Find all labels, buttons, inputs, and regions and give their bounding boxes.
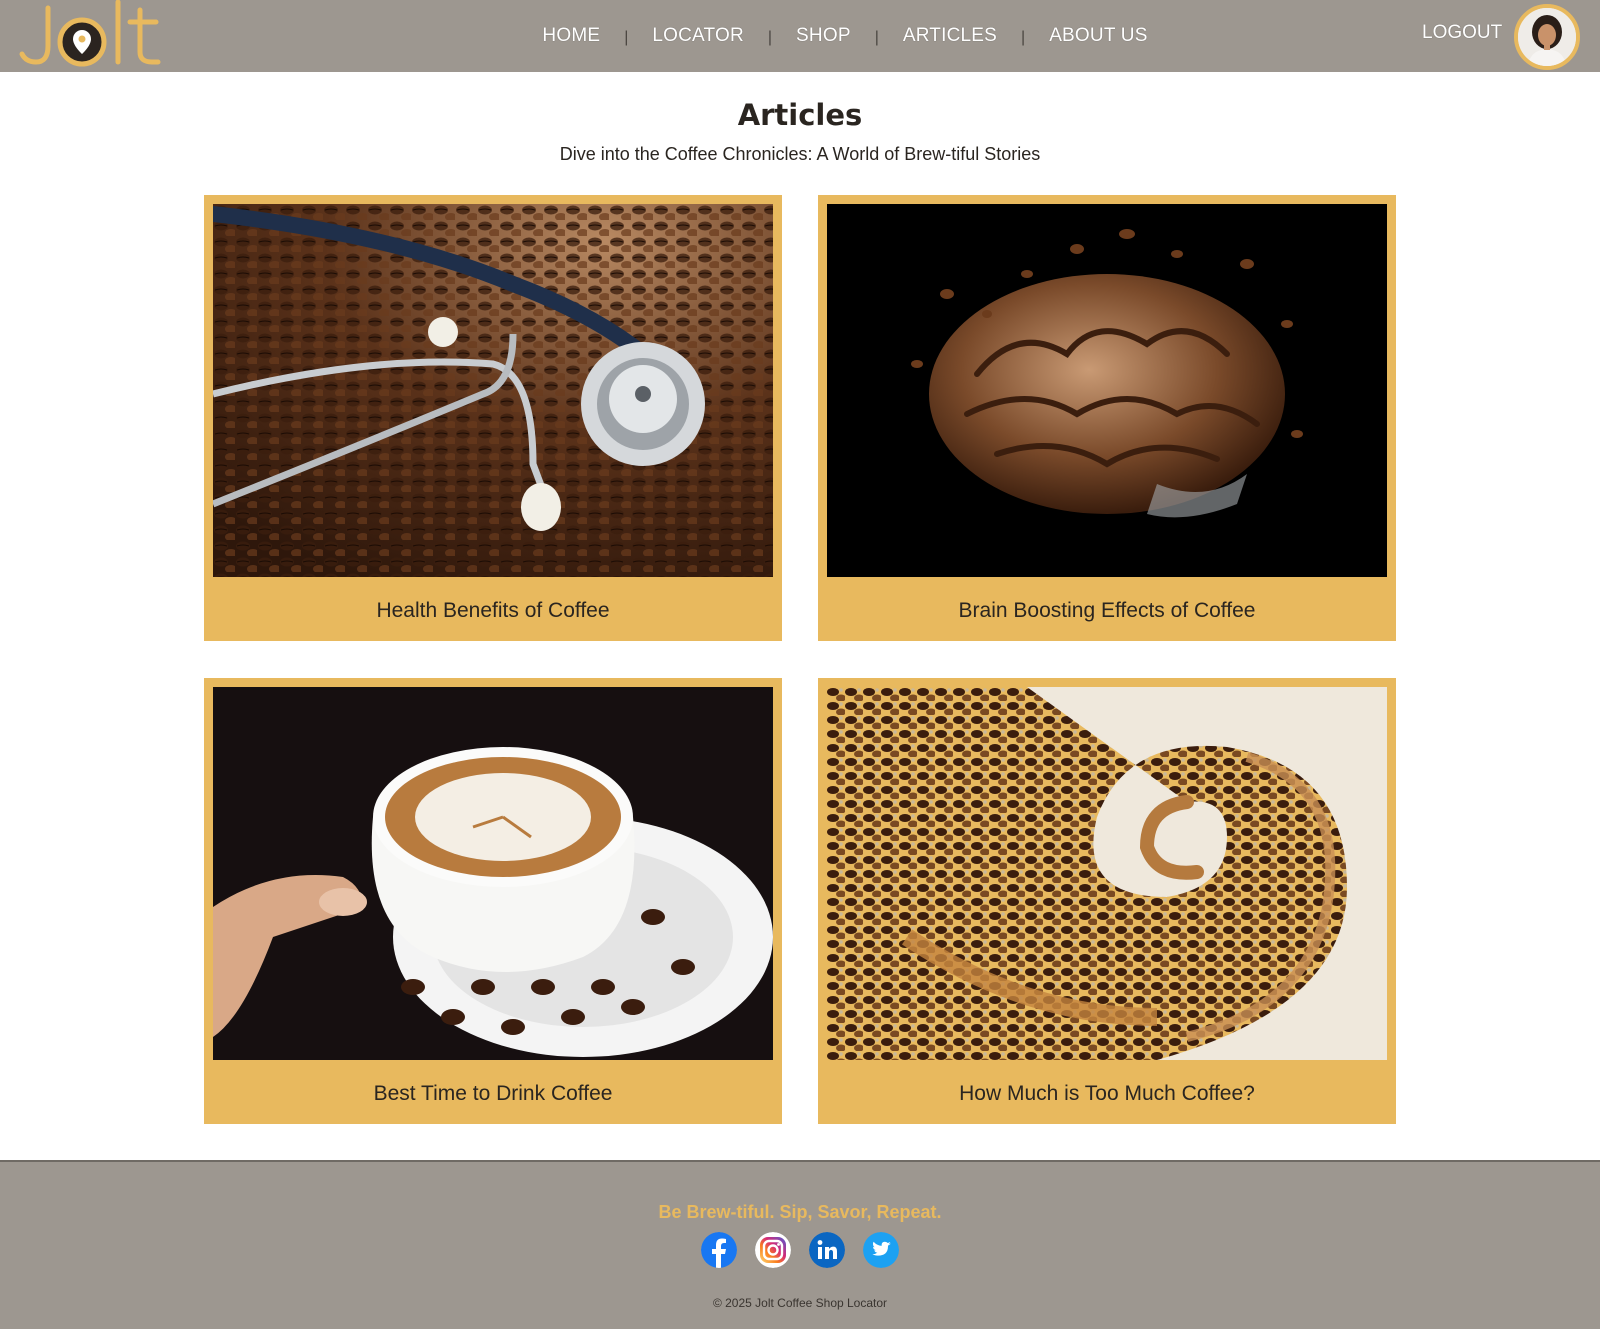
article-image-coffee-brain <box>827 204 1387 577</box>
user-avatar[interactable] <box>1514 4 1580 70</box>
nav-separator: | <box>624 29 629 46</box>
facebook-icon[interactable] <box>701 1232 737 1268</box>
article-title[interactable]: Best Time to Drink Coffee <box>213 1082 773 1106</box>
article-card-best-time[interactable]: Best Time to Drink Coffee <box>204 678 782 1124</box>
logout-link[interactable]: LOGOUT <box>1422 22 1502 44</box>
article-card-brain[interactable]: Brain Boosting Effects of Coffee <box>818 195 1396 641</box>
linkedin-icon[interactable] <box>809 1232 845 1268</box>
article-image-stethoscope-beans <box>213 204 773 577</box>
main-nav: HOME | LOCATOR | SHOP | ARTICLES | ABOUT… <box>0 0 1600 72</box>
social-links <box>0 1232 1600 1268</box>
site-footer: Be Brew-tiful. Sip, Savor, Repeat. © 202… <box>0 1160 1600 1329</box>
twitter-icon[interactable] <box>863 1232 899 1268</box>
article-title[interactable]: Brain Boosting Effects of Coffee <box>827 599 1387 623</box>
article-title[interactable]: Health Benefits of Coffee <box>213 599 773 623</box>
nav-locator-link[interactable]: LOCATOR <box>652 25 744 47</box>
article-card-health[interactable]: Health Benefits of Coffee <box>204 195 782 641</box>
page-title: Articles <box>737 98 863 132</box>
nav-separator: | <box>874 29 879 46</box>
nav-articles-link[interactable]: ARTICLES <box>903 25 997 47</box>
nav-home-link[interactable]: HOME <box>542 25 600 47</box>
article-image-clock-latte <box>213 687 773 1060</box>
article-title[interactable]: How Much is Too Much Coffee? <box>827 1082 1387 1106</box>
instagram-icon[interactable] <box>755 1232 791 1268</box>
nav-about-link[interactable]: ABOUT US <box>1049 25 1147 47</box>
footer-tagline: Be Brew-tiful. Sip, Savor, Repeat. <box>658 1202 942 1222</box>
site-header: HOME | LOCATOR | SHOP | ARTICLES | ABOUT… <box>0 0 1600 72</box>
nav-shop-link[interactable]: SHOP <box>796 25 851 47</box>
nav-separator: | <box>767 29 773 46</box>
article-image-swirl-beans <box>827 687 1387 1060</box>
article-card-too-much[interactable]: How Much is Too Much Coffee? <box>818 678 1396 1124</box>
page-subtitle: Dive into the Coffee Chronicles: A World… <box>559 144 1041 164</box>
user-photo <box>1518 8 1576 66</box>
nav-separator: | <box>1021 29 1026 46</box>
footer-copyright: © 2025 Jolt Coffee Shop Locator <box>712 1296 888 1310</box>
